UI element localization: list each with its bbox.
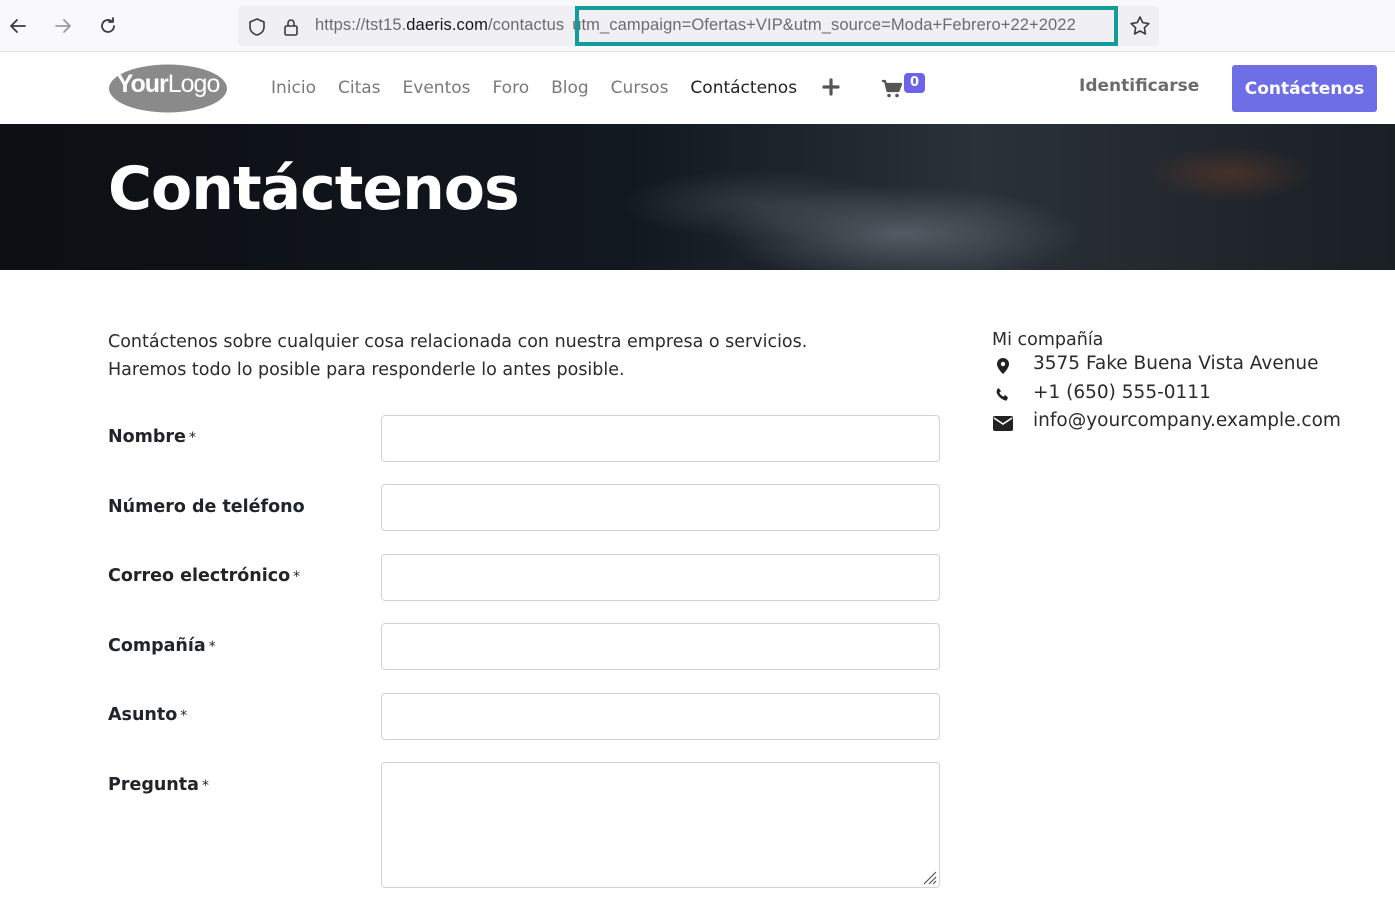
label-asunto: Asunto * bbox=[108, 705, 188, 725]
url-path: /contactus bbox=[487, 16, 565, 34]
menu-item-citas[interactable]: Citas bbox=[338, 78, 381, 98]
envelope-icon bbox=[992, 414, 1014, 432]
cart-icon[interactable] bbox=[881, 79, 903, 99]
label-telefono: Número de teléfono bbox=[108, 497, 305, 517]
map-marker-icon bbox=[992, 357, 1014, 375]
company-info: Mi compañía 3575 Fake Buena Vista Avenue… bbox=[992, 328, 1341, 438]
login-link[interactable]: Identificarse bbox=[1079, 76, 1199, 96]
required-mark: * bbox=[293, 569, 301, 585]
url-query-highlight bbox=[575, 6, 1118, 46]
reload-button[interactable] bbox=[94, 12, 122, 40]
reload-icon bbox=[101, 17, 115, 33]
site-logo[interactable]: YourLogo bbox=[108, 63, 228, 114]
logo-text: YourLogo bbox=[116, 70, 221, 98]
url-host: daeris.com bbox=[406, 16, 488, 34]
label-correo: Correo electrónico * bbox=[108, 566, 301, 586]
asunto-input[interactable] bbox=[381, 693, 940, 740]
required-mark: * bbox=[201, 778, 209, 794]
company-email[interactable]: info@yourcompany.example.com bbox=[1033, 410, 1341, 431]
lock-icon[interactable] bbox=[280, 16, 302, 38]
correo-input[interactable] bbox=[381, 554, 940, 601]
menu-item-inicio[interactable]: Inicio bbox=[271, 78, 316, 98]
url-prefix: https://tst15. bbox=[315, 16, 407, 34]
forward-button[interactable] bbox=[49, 12, 77, 40]
intro-line-2: Haremos todo lo posible para responderle… bbox=[108, 360, 625, 380]
label-pregunta: Pregunta * bbox=[108, 775, 209, 795]
compania-input[interactable] bbox=[381, 623, 940, 670]
intro-line-1: Contáctenos sobre cualquier cosa relacio… bbox=[108, 332, 808, 352]
label-nombre: Nombre * bbox=[108, 427, 196, 447]
menu-item-blog[interactable]: Blog bbox=[551, 78, 589, 98]
company-address-row: 3575 Fake Buena Vista Avenue bbox=[992, 352, 1319, 381]
required-mark: * bbox=[180, 708, 188, 724]
arrow-left-icon bbox=[10, 19, 26, 33]
company-phone-row: +1 (650) 555-0111 bbox=[992, 381, 1211, 410]
contact-us-button[interactable]: Contáctenos bbox=[1232, 65, 1377, 112]
menu-item-foro[interactable]: Foro bbox=[493, 78, 530, 98]
company-phone[interactable]: +1 (650) 555-0111 bbox=[1033, 382, 1211, 403]
browser-toolbar: https://tst15.daeris.com/contactus utm_ca… bbox=[0, 0, 1395, 52]
company-name: Mi compañía bbox=[992, 330, 1104, 350]
cart-count-badge: 0 bbox=[904, 73, 925, 93]
label-compania: Compañía * bbox=[108, 636, 216, 656]
back-button[interactable] bbox=[4, 12, 32, 40]
telefono-input[interactable] bbox=[381, 484, 940, 531]
menu-item-cursos[interactable]: Cursos bbox=[611, 78, 669, 98]
nombre-input[interactable] bbox=[381, 415, 940, 462]
menu-item-eventos[interactable]: Eventos bbox=[403, 78, 471, 98]
menu-item-contactenos[interactable]: Contáctenos bbox=[690, 78, 797, 98]
arrow-right-icon bbox=[55, 19, 71, 33]
resize-grip-icon[interactable] bbox=[921, 869, 937, 885]
company-email-row: info@yourcompany.example.com bbox=[992, 409, 1341, 438]
required-mark: * bbox=[208, 639, 216, 655]
hero-banner: Contáctenos bbox=[0, 124, 1395, 270]
plus-icon[interactable] bbox=[822, 78, 840, 96]
page-title: Contáctenos bbox=[108, 154, 520, 224]
main-menu: Inicio Citas Eventos Foro Blog Cursos Co… bbox=[260, 52, 808, 124]
phone-icon bbox=[992, 386, 1014, 404]
site-header: YourLogo Inicio Citas Eventos Foro Blog … bbox=[0, 52, 1395, 124]
pregunta-textarea[interactable] bbox=[381, 762, 940, 888]
intro-text: Contáctenos sobre cualquier cosa relacio… bbox=[108, 328, 807, 384]
required-mark: * bbox=[188, 430, 196, 446]
shield-icon[interactable] bbox=[246, 16, 268, 38]
bookmark-star-icon[interactable] bbox=[1128, 14, 1152, 38]
company-address: 3575 Fake Buena Vista Avenue bbox=[1033, 353, 1319, 374]
